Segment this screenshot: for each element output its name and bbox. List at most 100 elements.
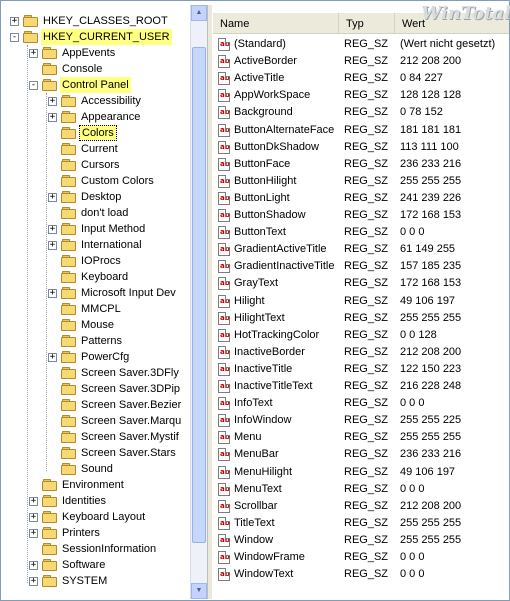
registry-value-row[interactable]: ab InactiveBorder REG_SZ 212 208 200 — [213, 344, 509, 361]
registry-value-row[interactable]: ab AppWorkSpace REG_SZ 128 128 128 — [213, 87, 509, 104]
registry-value-row[interactable]: ab HilightText REG_SZ 255 255 255 — [213, 310, 509, 327]
tree-item[interactable]: + Printers — [4, 525, 190, 541]
tree-item[interactable]: - HKEY_CURRENT_USER — [4, 29, 190, 45]
registry-value-row[interactable]: ab Background REG_SZ 0 78 152 — [213, 104, 509, 121]
registry-value-row[interactable]: ab ButtonShadow REG_SZ 172 168 153 — [213, 207, 509, 224]
expand-plus-icon[interactable]: + — [48, 225, 57, 234]
registry-value-row[interactable]: ab InfoText REG_SZ 0 0 0 — [213, 395, 509, 412]
tree-item-label: International — [81, 239, 142, 251]
tree-item[interactable]: Screen Saver.3DPip — [4, 381, 190, 397]
tree-item[interactable]: Console — [4, 61, 190, 77]
tree-item[interactable]: SessionInformation — [4, 541, 190, 557]
tree-item[interactable]: + SYSTEM — [4, 573, 190, 589]
expand-plus-icon[interactable]: + — [29, 561, 38, 570]
tree-item-label: Screen Saver.Stars — [81, 447, 176, 459]
tree-item[interactable]: Mouse — [4, 317, 190, 333]
registry-value-row[interactable]: ab InactiveTitle REG_SZ 122 150 223 — [213, 361, 509, 378]
value-data: 255 255 255 — [400, 516, 462, 529]
registry-value-row[interactable]: ab Hilight REG_SZ 49 106 197 — [213, 293, 509, 310]
expand-plus-icon[interactable]: + — [10, 17, 19, 26]
tree-item[interactable]: Screen Saver.Bezier — [4, 397, 190, 413]
registry-value-row[interactable]: ab (Standard) REG_SZ (Wert nicht gesetzt) — [213, 36, 509, 53]
expand-plus-icon[interactable]: + — [48, 353, 57, 362]
tree-item[interactable]: + Accessibility — [4, 93, 190, 109]
registry-value-row[interactable]: ab ButtonFace REG_SZ 236 233 216 — [213, 156, 509, 173]
registry-value-row[interactable]: ab GradientInactiveTitle REG_SZ 157 185 235 — [213, 258, 509, 275]
tree-item[interactable]: Keyboard — [4, 269, 190, 285]
registry-value-row[interactable]: ab InfoWindow REG_SZ 255 255 225 — [213, 412, 509, 429]
registry-value-row[interactable]: ab ButtonLight REG_SZ 241 239 226 — [213, 190, 509, 207]
string-value-icon: ab — [218, 209, 230, 222]
tree-item[interactable]: Screen Saver.Stars — [4, 445, 190, 461]
tree-vertical-scrollbar[interactable]: ▲ ▼ — [190, 5, 207, 599]
registry-value-row[interactable]: ab MenuBar REG_SZ 236 233 216 — [213, 446, 509, 463]
tree-item[interactable]: + International — [4, 237, 190, 253]
expand-plus-icon[interactable]: + — [48, 193, 57, 202]
tree-item[interactable]: - Control Panel — [4, 77, 190, 93]
tree-item[interactable]: Colors — [4, 125, 190, 141]
tree-item[interactable]: IOProcs — [4, 253, 190, 269]
registry-value-row[interactable]: ab ButtonDkShadow REG_SZ 113 111 100 — [213, 139, 509, 156]
expand-plus-icon[interactable]: + — [29, 529, 38, 538]
expand-plus-icon[interactable]: + — [29, 577, 38, 586]
value-type: REG_SZ — [344, 516, 389, 529]
tree-item[interactable]: + Input Method — [4, 221, 190, 237]
tree-item[interactable]: + PowerCfg — [4, 349, 190, 365]
string-value-icon: ab — [218, 448, 230, 462]
collapse-minus-icon[interactable]: - — [10, 33, 19, 42]
tree-item[interactable]: + Identities — [4, 493, 190, 509]
tree-item[interactable]: + Appearance — [4, 109, 190, 125]
registry-key-tree[interactable]: + HKEY_CLASSES_ROOT - HKEY_CURRENT_USER + App… — [4, 5, 190, 599]
tree-item[interactable]: Environment — [4, 477, 190, 493]
registry-value-row[interactable]: ab ActiveBorder REG_SZ 212 208 200 — [213, 53, 509, 70]
scroll-thumb[interactable] — [192, 47, 206, 543]
tree-item[interactable]: + Keyboard Layout — [4, 509, 190, 525]
tree-item-label: Patterns — [81, 335, 122, 347]
tree-item[interactable]: MMCPL — [4, 301, 190, 317]
registry-value-row[interactable]: ab ButtonHilight REG_SZ 255 255 255 — [213, 173, 509, 190]
registry-value-row[interactable]: ab GradientActiveTitle REG_SZ 61 149 255 — [213, 241, 509, 258]
string-value-icon: ab — [218, 516, 230, 530]
expand-plus-icon[interactable]: + — [48, 241, 57, 250]
tree-item[interactable]: Screen Saver.Marqu — [4, 413, 190, 429]
tree-item[interactable]: Screen Saver.Mystif — [4, 429, 190, 445]
registry-value-row[interactable]: ab ButtonAlternateFace REG_SZ 181 181 181 — [213, 122, 509, 139]
registry-value-row[interactable]: ab ActiveTitle REG_SZ 0 84 227 — [213, 70, 509, 87]
tree-item[interactable]: Patterns — [4, 333, 190, 349]
tree-item[interactable]: + Microsoft Input Dev — [4, 285, 190, 301]
registry-value-row[interactable]: ab WindowText REG_SZ 0 0 0 — [213, 566, 509, 583]
expand-plus-icon[interactable]: + — [29, 497, 38, 506]
registry-value-row[interactable]: ab GrayText REG_SZ 172 168 153 — [213, 275, 509, 292]
collapse-minus-icon[interactable]: - — [29, 81, 38, 90]
registry-value-row[interactable]: ab MenuText REG_SZ 0 0 0 — [213, 481, 509, 498]
tree-item[interactable]: Screen Saver.3DFly — [4, 365, 190, 381]
expand-plus-icon[interactable]: + — [29, 49, 38, 58]
scroll-up-arrow-icon[interactable]: ▲ — [191, 5, 207, 21]
tree-item[interactable]: + Software — [4, 557, 190, 573]
tree-item[interactable]: Current — [4, 141, 190, 157]
registry-value-row[interactable]: ab InactiveTitleText REG_SZ 216 228 248 — [213, 378, 509, 395]
expand-plus-icon[interactable]: + — [48, 289, 57, 298]
registry-values-list[interactable]: ab (Standard) REG_SZ (Wert nicht gesetzt) ab… — [213, 13, 509, 599]
scroll-down-arrow-icon[interactable]: ▼ — [191, 583, 207, 599]
tree-item[interactable]: don't load — [4, 205, 190, 221]
registry-value-row[interactable]: ab Menu REG_SZ 255 255 255 — [213, 429, 509, 446]
registry-value-row[interactable]: ab WindowFrame REG_SZ 0 0 0 — [213, 549, 509, 566]
tree-item[interactable]: + Desktop — [4, 189, 190, 205]
tree-item[interactable]: Cursors — [4, 157, 190, 173]
tree-item[interactable]: Custom Colors — [4, 173, 190, 189]
value-type: REG_SZ — [344, 533, 389, 546]
registry-value-row[interactable]: ab MenuHilight REG_SZ 49 106 197 — [213, 464, 509, 481]
registry-value-row[interactable]: ab TitleText REG_SZ 255 255 255 — [213, 515, 509, 532]
registry-value-row[interactable]: ab HotTrackingColor REG_SZ 0 0 128 — [213, 327, 509, 344]
string-value-icon: ab — [218, 482, 230, 496]
tree-item[interactable]: Sound — [4, 461, 190, 477]
expand-plus-icon[interactable]: + — [48, 113, 57, 122]
registry-value-row[interactable]: ab Window REG_SZ 255 255 255 — [213, 532, 509, 549]
registry-value-row[interactable]: ab Scrollbar REG_SZ 212 208 200 — [213, 498, 509, 515]
tree-item[interactable]: + AppEvents — [4, 45, 190, 61]
expand-plus-icon[interactable]: + — [48, 97, 57, 106]
expand-plus-icon[interactable]: + — [29, 513, 38, 522]
registry-value-row[interactable]: ab ButtonText REG_SZ 0 0 0 — [213, 224, 509, 241]
tree-item[interactable]: + HKEY_CLASSES_ROOT — [4, 13, 190, 29]
